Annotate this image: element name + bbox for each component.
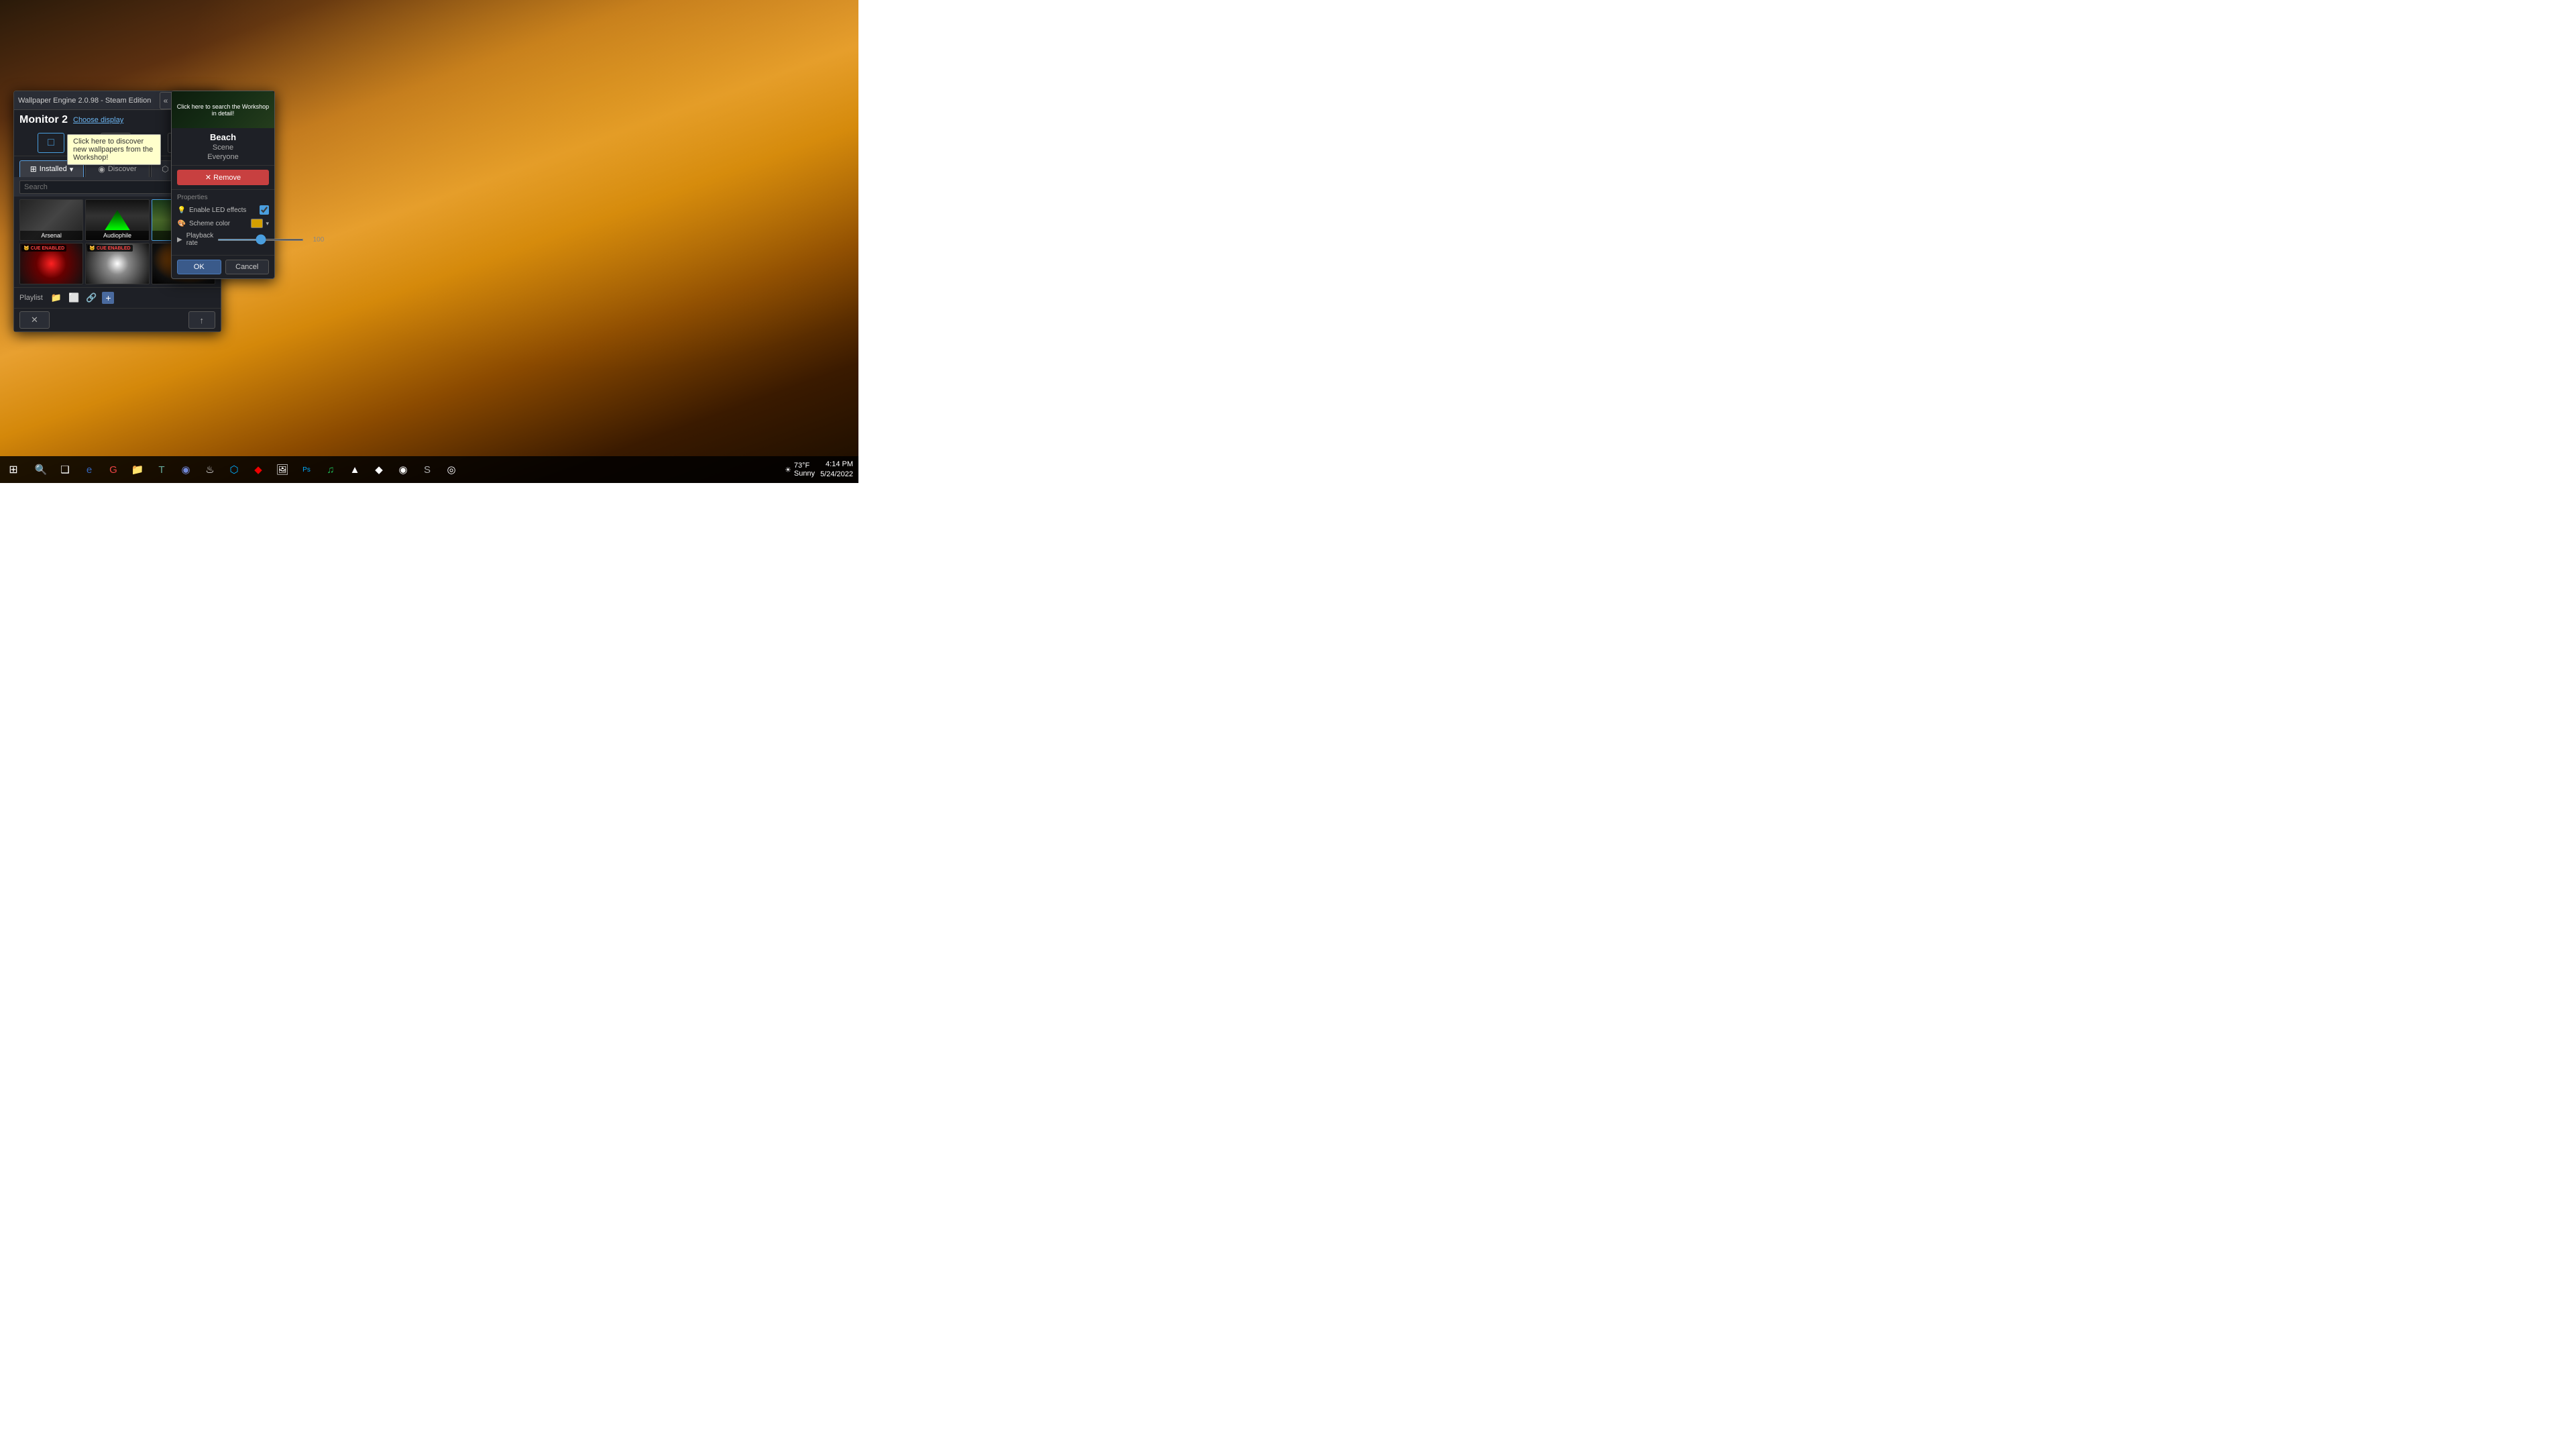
date-display: 5/24/2022: [820, 470, 853, 480]
window-title: Wallpaper Engine 2.0.98 - Steam Edition: [18, 97, 151, 105]
popup-footer: OK Cancel: [172, 255, 274, 278]
search-workshop-hint[interactable]: Click here to search the Workshop in det…: [172, 91, 274, 128]
taskbar-app2[interactable]: ◆: [368, 457, 390, 482]
taskbar-app1[interactable]: ▲: [343, 457, 366, 482]
taskbar-right: ☀ 73°F Sunny 4:14 PM 5/24/2022: [785, 460, 858, 480]
audiophile-label: Audiophile: [86, 231, 148, 240]
beach-info-panel: « Click here to search the Workshop in d…: [171, 91, 275, 279]
discover-tab-label: Discover: [108, 165, 137, 173]
grid-item-cue1[interactable]: 🐱 CUE ENABLED: [19, 243, 83, 284]
cancel-button[interactable]: Cancel: [225, 260, 270, 274]
playlist-row: Playlist 📁 ⬜ 🔗 +: [14, 287, 221, 308]
taskbar-battlenet[interactable]: ⬡: [223, 457, 245, 482]
scheme-label: Scheme color: [189, 220, 248, 227]
monitor-icon-1[interactable]: □: [38, 133, 64, 153]
remove-wallpaper-button[interactable]: ✕: [19, 311, 50, 329]
taskbar-search[interactable]: 🔍: [30, 457, 52, 482]
led-icon: 💡: [177, 205, 186, 215]
properties-section: Properties 💡 Enable LED effects 🎨 Scheme…: [172, 189, 274, 255]
taskbar-photoshop[interactable]: Ps: [295, 457, 318, 482]
playback-rate-row: ▶ Playback rate 100: [177, 232, 269, 247]
playlist-folder-btn[interactable]: 📁: [50, 291, 63, 305]
upload-wallpaper-button[interactable]: ↑: [188, 311, 216, 329]
led-effects-row: 💡 Enable LED effects: [177, 205, 269, 215]
taskbar-discord[interactable]: ◉: [174, 457, 197, 482]
time-display: 4:14 PM: [820, 460, 853, 470]
tooltip-discover: Click here to discover new wallpapers fr…: [67, 134, 161, 165]
taskbar-chrome[interactable]: G: [102, 457, 125, 482]
color-icon: 🎨: [177, 219, 186, 228]
remove-button[interactable]: ✕ Remove: [177, 170, 269, 185]
playlist-link-btn[interactable]: 🔗: [85, 291, 98, 305]
workshop-tab-icon: ⬡: [162, 164, 168, 174]
grid-item-arsenal[interactable]: Arsenal: [19, 199, 83, 241]
ok-button[interactable]: OK: [177, 260, 221, 274]
taskbar-app3[interactable]: ◉: [392, 457, 414, 482]
cue-badge-1: 🐱 CUE ENABLED: [21, 245, 66, 252]
taskbar-app4[interactable]: ◎: [440, 457, 463, 482]
playlist-copy-btn[interactable]: ⬜: [67, 291, 80, 305]
weather-widget[interactable]: ☀ 73°F Sunny: [785, 462, 815, 478]
playlist-label: Playlist: [19, 294, 43, 302]
clock[interactable]: 4:14 PM 5/24/2022: [820, 460, 853, 480]
grid-item-audiophile[interactable]: Audiophile: [85, 199, 149, 241]
playback-label: Playback rate: [186, 232, 214, 247]
wallpaper-type: Scene: [177, 144, 269, 152]
remove-button-label: ✕ Remove: [205, 173, 241, 182]
led-label: Enable LED effects: [189, 207, 257, 214]
scheme-color-row: 🎨 Scheme color ▾: [177, 219, 269, 228]
taskbar-spotify[interactable]: ♫: [319, 457, 342, 482]
taskbar-steam[interactable]: ♨: [199, 457, 221, 482]
footer-buttons: ✕ ↑: [14, 308, 221, 331]
color-swatch[interactable]: [251, 219, 263, 228]
taskbar-teams[interactable]: T: [150, 457, 173, 482]
taskbar: ⊞ 🔍 ❑ e G 📁 T ◉ ♨ ⬡ ◆ 🖼 Ps ♫ ▲ ◆ ◉ S ◎ ☀…: [0, 456, 858, 483]
choose-display-button[interactable]: Choose display: [73, 116, 123, 124]
weather-text: 73°F Sunny: [794, 462, 815, 478]
taskbar-edge[interactable]: e: [78, 457, 101, 482]
discover-tab-icon: ◉: [98, 164, 105, 174]
playback-slider[interactable]: [217, 239, 304, 241]
taskbar-red-app[interactable]: ◆: [247, 457, 270, 482]
tooltip-text: Click here to discover new wallpapers fr…: [73, 138, 153, 162]
taskbar-photos[interactable]: 🖼: [271, 457, 294, 482]
taskbar-steam2[interactable]: S: [416, 457, 439, 482]
wallpaper-name: Beach: [177, 132, 269, 142]
led-checkbox[interactable]: [260, 205, 269, 215]
start-button[interactable]: ⊞: [0, 456, 27, 483]
properties-title: Properties: [177, 194, 269, 201]
panel-expand-button[interactable]: «: [160, 92, 172, 109]
color-dropdown-icon[interactable]: ▾: [266, 220, 269, 227]
cue-badge-2: 🐱 CUE ENABLED: [87, 245, 132, 252]
search-hint-text: Click here to search the Workshop in det…: [174, 103, 272, 117]
grid-item-cue2[interactable]: 🐱 CUE ENABLED: [85, 243, 149, 284]
installed-tab-icon: ⊞: [30, 164, 37, 174]
popup-wallpaper-info: Beach Scene Everyone: [172, 128, 274, 166]
play-icon: ▶: [177, 236, 182, 244]
playlist-add-btn[interactable]: +: [102, 292, 114, 304]
taskbar-taskview[interactable]: ❑: [54, 457, 76, 482]
condition: Sunny: [794, 470, 815, 478]
temperature: 73°F: [794, 462, 815, 470]
playback-value: 100: [308, 236, 324, 244]
taskbar-explorer[interactable]: 📁: [126, 457, 149, 482]
installed-tab-label: Installed: [40, 165, 67, 173]
popup-preview-area[interactable]: Click here to search the Workshop in det…: [172, 91, 274, 128]
monitor-title: Monitor 2: [19, 114, 68, 126]
installed-tab-arrow: ▾: [70, 165, 74, 174]
weather-icon: ☀: [785, 466, 791, 474]
wallpaper-audience: Everyone: [177, 153, 269, 161]
taskbar-icons: 🔍 ❑ e G 📁 T ◉ ♨ ⬡ ◆ 🖼 Ps ♫ ▲ ◆ ◉ S ◎: [27, 457, 465, 482]
arsenal-label: Arsenal: [20, 231, 82, 240]
